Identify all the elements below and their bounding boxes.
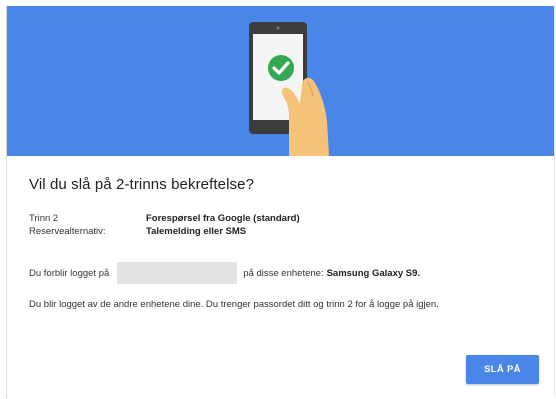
backup-label: Reservealternativ:: [29, 226, 106, 237]
devices-suffix: på disse enhetene:: [243, 267, 324, 279]
step2-value: Forespørsel fra Google (standard): [146, 213, 300, 224]
hero-banner: [7, 6, 554, 156]
dialog-title: Vil du slå på 2-trinns bekreftelse?: [29, 176, 255, 193]
phone-checkmark-illustration: [249, 22, 329, 156]
check-circle-icon: [268, 55, 294, 81]
logout-notice: Du blir logget av de andre enhetene dine…: [29, 299, 439, 310]
enable-button[interactable]: SLÅ PÅ: [466, 355, 539, 384]
dialog-body: Vil du slå på 2-trinns bekreftelse? Trin…: [7, 156, 554, 398]
step2-row: Trinn 2 Forespørsel fra Google (standard): [29, 213, 300, 224]
backup-row: Reservealternativ: Talemelding eller SMS: [29, 226, 246, 237]
devices-prefix: Du forblir logget på: [29, 267, 110, 279]
step2-label: Trinn 2: [29, 213, 59, 224]
devices-info: Du forblir logget på på disse enhetene: …: [29, 262, 420, 284]
backup-value: Talemelding eller SMS: [146, 226, 247, 237]
device-name: Samsung Galaxy S9.: [326, 267, 421, 279]
confirmation-dialog: Vil du slå på 2-trinns bekreftelse? Trin…: [6, 6, 555, 398]
redacted-email: [117, 262, 238, 284]
